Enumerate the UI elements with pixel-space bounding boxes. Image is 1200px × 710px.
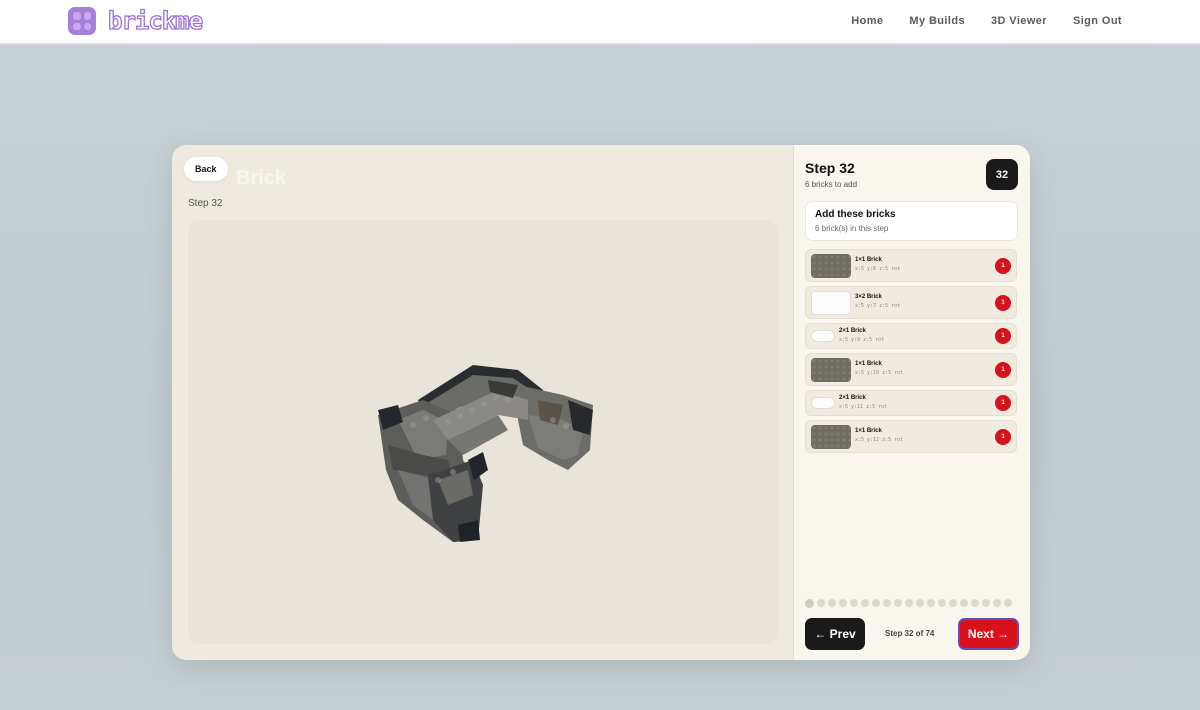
step-dot[interactable] bbox=[839, 599, 847, 607]
next-step-button[interactable]: Next → bbox=[958, 618, 1019, 650]
step-dot[interactable] bbox=[805, 598, 814, 608]
brick-name: 3×2 Brick bbox=[855, 294, 882, 300]
brick-coords: x:5 y:6 z:5 rot bbox=[855, 266, 901, 272]
brick-list-item[interactable]: 2×1 Brick x:5 y:11 z:5 rot 1 bbox=[805, 390, 1017, 416]
brick-coords: x:5 y:10 z:5 rot bbox=[855, 370, 904, 376]
step-position: Step 32 of 74 bbox=[885, 629, 935, 638]
step-dot[interactable] bbox=[828, 599, 836, 607]
brick-list: 1×1 Brick x:5 y:6 z:5 rot 1 3×2 Brick x:… bbox=[805, 249, 1017, 457]
step-dot[interactable] bbox=[894, 599, 902, 607]
brick-coords: x:5 y:11 z:5 rot bbox=[839, 404, 888, 410]
brick-swatch bbox=[811, 397, 835, 409]
step-dot[interactable] bbox=[949, 599, 957, 607]
nav-3d-viewer[interactable]: 3D Viewer bbox=[991, 15, 1047, 27]
brick-swatch bbox=[811, 254, 851, 278]
builder-card: Brick Back Step 32 Step 32 6 bricks to a… bbox=[172, 145, 1030, 660]
step-dot[interactable] bbox=[938, 599, 946, 607]
brick-logo-icon bbox=[68, 7, 96, 35]
builder-left-pane: Brick Back Step 32 bbox=[172, 145, 793, 660]
brick-coords: x:5 y:7 z:5 rot bbox=[855, 303, 901, 309]
brick-coords: x:5 y:12 z:5 rot bbox=[855, 437, 904, 443]
step-title: Step 32 bbox=[805, 160, 855, 176]
add-bricks-header: Add these bricks 6 brick(s) in this step bbox=[805, 201, 1018, 241]
step-dot[interactable] bbox=[861, 599, 869, 607]
brick-list-item[interactable]: 3×2 Brick x:5 y:7 z:5 rot 1 bbox=[805, 286, 1017, 319]
main-nav: Home My Builds 3D Viewer Sign Out bbox=[851, 15, 1122, 27]
top-navbar: brickme Home My Builds 3D Viewer Sign Ou… bbox=[0, 0, 1200, 45]
nav-sign-out[interactable]: Sign Out bbox=[1073, 15, 1122, 27]
logo-text: brickme bbox=[107, 6, 203, 35]
step-dot[interactable] bbox=[872, 599, 880, 607]
brick-qty-badge: 1 bbox=[995, 395, 1011, 411]
step-number-badge: 32 bbox=[986, 159, 1018, 190]
brick-list-item[interactable]: 1×1 Brick x:5 y:12 z:5 rot 1 bbox=[805, 420, 1017, 453]
step-dot[interactable] bbox=[971, 599, 979, 607]
step-dot[interactable] bbox=[927, 599, 935, 607]
step-dot[interactable] bbox=[850, 599, 858, 607]
step-dot[interactable] bbox=[916, 599, 924, 607]
step-dot[interactable] bbox=[817, 599, 825, 607]
step-dot[interactable] bbox=[993, 599, 1001, 607]
brick-swatch bbox=[811, 330, 835, 342]
brick-qty-badge: 1 bbox=[995, 361, 1011, 378]
brick-name: 1×1 Brick bbox=[855, 361, 882, 367]
step-label: Step 32 bbox=[188, 198, 223, 209]
step-dot[interactable] bbox=[883, 599, 891, 607]
bricks-to-add-count: 6 bricks to add bbox=[805, 180, 858, 189]
add-bricks-sub: 6 brick(s) in this step bbox=[815, 224, 889, 233]
3d-viewer-canvas[interactable] bbox=[188, 220, 778, 644]
nav-my-builds[interactable]: My Builds bbox=[909, 15, 965, 27]
step-dot[interactable] bbox=[960, 599, 968, 607]
brick-qty-badge: 1 bbox=[995, 428, 1011, 445]
brick-name: 2×1 Brick bbox=[839, 328, 866, 334]
brick-qty-badge: 1 bbox=[995, 328, 1011, 344]
add-bricks-heading: Add these bricks bbox=[815, 209, 896, 220]
brick-name: 1×1 Brick bbox=[855, 257, 882, 263]
step-dot[interactable] bbox=[1004, 599, 1012, 607]
brick-list-item[interactable]: 2×1 Brick x:5 y:9 z:5 rot 1 bbox=[805, 323, 1017, 349]
brick-swatch bbox=[811, 425, 851, 449]
logo[interactable]: brickme bbox=[68, 6, 204, 36]
brick-model bbox=[378, 365, 593, 542]
brick-coords: x:5 y:9 z:5 rot bbox=[839, 337, 885, 343]
brick-list-item[interactable]: 1×1 Brick x:5 y:10 z:5 rot 1 bbox=[805, 353, 1017, 386]
step-dot[interactable] bbox=[982, 599, 990, 607]
back-button[interactable]: Back bbox=[184, 157, 228, 181]
brick-name: 2×1 Brick bbox=[839, 395, 866, 401]
nav-home[interactable]: Home bbox=[851, 15, 883, 27]
step-dot[interactable] bbox=[905, 599, 913, 607]
step-progress-dots bbox=[805, 598, 1012, 608]
step-sidebar: Step 32 6 bricks to add 32 Add these bri… bbox=[793, 145, 1030, 660]
brick-qty-badge: 1 bbox=[995, 294, 1011, 311]
prev-step-button[interactable]: ← Prev bbox=[805, 618, 865, 650]
brick-qty-badge: 1 bbox=[995, 257, 1011, 274]
build-title: Brick bbox=[236, 167, 287, 189]
brick-list-item[interactable]: 1×1 Brick x:5 y:6 z:5 rot 1 bbox=[805, 249, 1017, 282]
brick-swatch bbox=[811, 358, 851, 382]
brick-swatch bbox=[811, 291, 851, 315]
brick-name: 1×1 Brick bbox=[855, 428, 882, 434]
